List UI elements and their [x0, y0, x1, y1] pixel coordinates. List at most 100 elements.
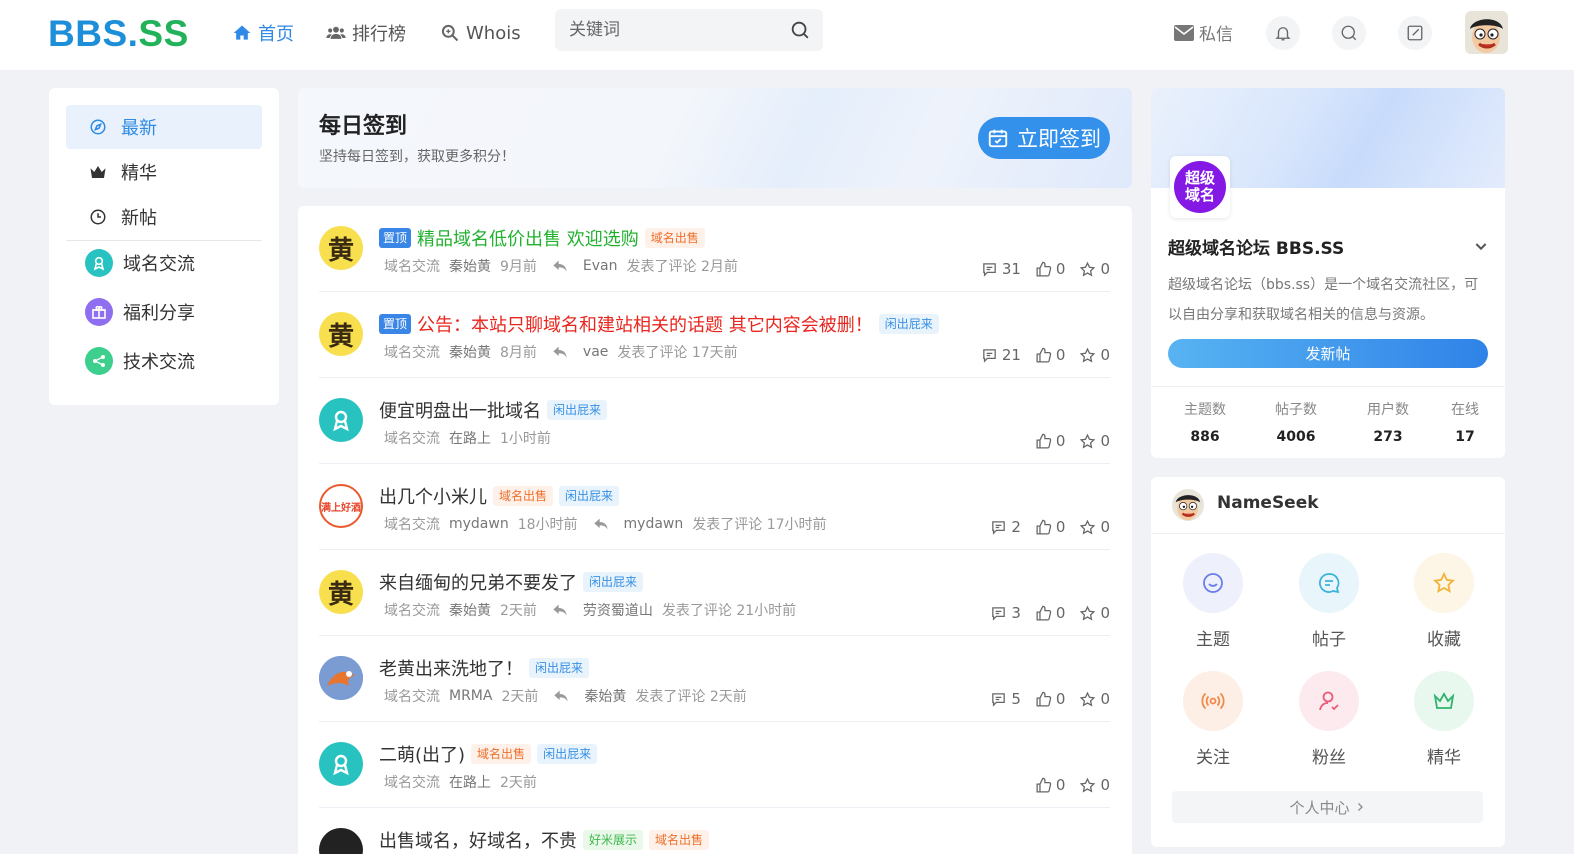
post-category[interactable]: 域名交流: [384, 600, 440, 620]
post-tag[interactable]: 闲出屁来: [529, 658, 590, 678]
reply-user[interactable]: vae: [583, 344, 608, 360]
star-count[interactable]: 0: [1079, 776, 1110, 794]
search-icon[interactable]: [789, 19, 811, 41]
post-row[interactable]: 黄置顶 公告：本站只聊域名和建站相关的话题 其它内容会被删！ 闲出屁来 域名交流 秦始黄…: [319, 292, 1110, 378]
post-title[interactable]: 老黄出来洗地了！: [379, 655, 523, 681]
like-count[interactable]: 0: [1035, 518, 1065, 536]
post-category[interactable]: 域名交流: [384, 686, 440, 706]
user-stat-3[interactable]: 关注: [1182, 671, 1244, 768]
avatar[interactable]: [319, 742, 363, 786]
sidebar-item-welfare[interactable]: 福利分享: [66, 290, 262, 334]
comment-count[interactable]: 2: [990, 518, 1021, 536]
nav-whois[interactable]: Whois: [440, 20, 521, 46]
post-row[interactable]: 老黄出来洗地了！ 闲出屁来 域名交流 MRMA 2天前 秦始黄 发表了评论 2天前 5 0 0: [319, 636, 1110, 722]
post-category[interactable]: 域名交流: [384, 342, 440, 362]
sidebar-item-latest[interactable]: 最新: [66, 105, 262, 149]
user-stat-1[interactable]: 帖子: [1298, 553, 1360, 650]
post-row[interactable]: 便宜明盘出一批域名 闲出屁来 域名交流 在路上 1小时前 0 0: [319, 378, 1110, 464]
star-count[interactable]: 0: [1079, 346, 1110, 364]
post-tag[interactable]: 域名出售: [493, 486, 554, 506]
post-tag[interactable]: 闲出屁来: [537, 744, 598, 764]
post-tag[interactable]: 闲出屁来: [878, 314, 939, 334]
comment-count[interactable]: 31: [981, 260, 1021, 278]
post-title[interactable]: 出几个小米儿: [379, 483, 487, 509]
post-category[interactable]: 域名交流: [384, 428, 440, 448]
post-category[interactable]: 域名交流: [384, 514, 440, 534]
post-category[interactable]: 域名交流: [384, 772, 440, 792]
avatar[interactable]: 黄: [319, 312, 363, 356]
avatar[interactable]: 黄: [319, 570, 363, 614]
avatar[interactable]: [319, 398, 363, 442]
search-input[interactable]: [555, 9, 785, 51]
post-tag[interactable]: 域名出售: [471, 744, 532, 764]
post-row[interactable]: 出售域名，好域名，不贵好米展示域名出售域名交流00: [319, 808, 1110, 854]
post-row[interactable]: 二萌(出了) 域名出售 闲出屁来 域名交流 在路上 2天前 0 0: [319, 722, 1110, 808]
reply-user[interactable]: mydawn: [624, 516, 684, 532]
user-stat-5[interactable]: 精华: [1413, 671, 1475, 768]
comment-count[interactable]: 5: [990, 690, 1021, 708]
post-tag[interactable]: 域名出售: [649, 830, 710, 850]
post-title[interactable]: 二萌(出了): [379, 741, 465, 767]
sidebar-item-domain-exchange[interactable]: 域名交流: [66, 241, 262, 285]
post-author[interactable]: 秦始黄: [449, 600, 491, 620]
avatar[interactable]: [319, 656, 363, 700]
search-button[interactable]: [1332, 16, 1366, 50]
star-count[interactable]: 0: [1079, 432, 1110, 450]
sidebar-item-tech[interactable]: 技术交流: [66, 339, 262, 383]
post-category[interactable]: 域名交流: [384, 256, 440, 276]
messages-link[interactable]: 私信: [1174, 20, 1233, 45]
post-title[interactable]: 来自缅甸的兄弟不要发了: [379, 569, 577, 595]
sidebar-item-new[interactable]: 新帖: [66, 195, 262, 239]
checkin-button[interactable]: 立即签到: [978, 117, 1110, 159]
avatar[interactable]: 黄: [319, 226, 363, 270]
post-author[interactable]: mydawn: [449, 516, 509, 532]
username[interactable]: NameSeek: [1217, 493, 1319, 513]
sidebar-item-featured[interactable]: 精华: [66, 150, 262, 194]
post-tag[interactable]: 闲出屁来: [583, 572, 644, 592]
site-logo[interactable]: BBS.SS: [48, 14, 189, 54]
reply-user[interactable]: 劳资蜀道山: [583, 600, 653, 620]
post-title[interactable]: 便宜明盘出一批域名: [379, 397, 541, 423]
post-author[interactable]: 秦始黄: [449, 256, 491, 276]
star-count[interactable]: 0: [1079, 260, 1110, 278]
chevron-down-icon[interactable]: [1473, 238, 1489, 254]
like-count[interactable]: 0: [1035, 260, 1065, 278]
like-count[interactable]: 0: [1035, 604, 1065, 622]
reply-user[interactable]: Evan: [583, 258, 618, 274]
post-author[interactable]: MRMA: [449, 688, 492, 704]
comment-count[interactable]: 21: [981, 346, 1021, 364]
post-tag[interactable]: 闲出屁来: [559, 486, 620, 506]
post-author[interactable]: 秦始黄: [449, 342, 491, 362]
post-title[interactable]: 精品域名低价出售 欢迎选购: [417, 225, 639, 251]
avatar[interactable]: 满上好酒: [319, 484, 363, 528]
post-author[interactable]: 在路上: [449, 428, 491, 448]
star-count[interactable]: 0: [1079, 690, 1110, 708]
like-count[interactable]: 0: [1035, 346, 1065, 364]
reply-user[interactable]: 秦始黄: [584, 686, 626, 706]
post-tag[interactable]: 闲出屁来: [547, 400, 608, 420]
post-tag[interactable]: 域名出售: [644, 228, 705, 248]
user-center-link[interactable]: 个人中心: [1172, 791, 1483, 823]
avatar[interactable]: [319, 828, 363, 854]
post-row[interactable]: 黄置顶 精品域名低价出售 欢迎选购 域名出售 域名交流 秦始黄 9月前 Evan 发表了评论 …: [319, 206, 1110, 292]
post-row[interactable]: 满上好酒 出几个小米儿 域名出售 闲出屁来 域名交流 mydawn 18小时前 mydawn 发…: [319, 464, 1110, 550]
like-count[interactable]: 0: [1035, 776, 1065, 794]
comment-count[interactable]: 3: [990, 604, 1021, 622]
star-count[interactable]: 0: [1079, 604, 1110, 622]
avatar[interactable]: [1172, 489, 1204, 521]
new-post-button[interactable]: [1398, 16, 1432, 50]
nav-home[interactable]: 首页: [232, 20, 294, 46]
user-stat-2[interactable]: 收藏: [1413, 553, 1475, 650]
post-row[interactable]: 黄来自缅甸的兄弟不要发了 闲出屁来 域名交流 秦始黄 2天前 劳资蜀道山 发表了评论 21小…: [319, 550, 1110, 636]
post-tag[interactable]: 好米展示: [583, 830, 644, 850]
notification-button[interactable]: [1266, 16, 1300, 50]
new-post-button[interactable]: 发新帖: [1168, 339, 1488, 368]
like-count[interactable]: 0: [1035, 690, 1065, 708]
post-title[interactable]: 公告：本站只聊域名和建站相关的话题 其它内容会被删！: [417, 311, 873, 337]
star-count[interactable]: 0: [1079, 518, 1110, 536]
post-title[interactable]: 出售域名，好域名，不贵: [379, 827, 577, 853]
like-count[interactable]: 0: [1035, 432, 1065, 450]
user-stat-0[interactable]: 主题: [1182, 553, 1244, 650]
user-stat-4[interactable]: 粉丝: [1298, 671, 1360, 768]
user-avatar[interactable]: [1465, 11, 1508, 54]
